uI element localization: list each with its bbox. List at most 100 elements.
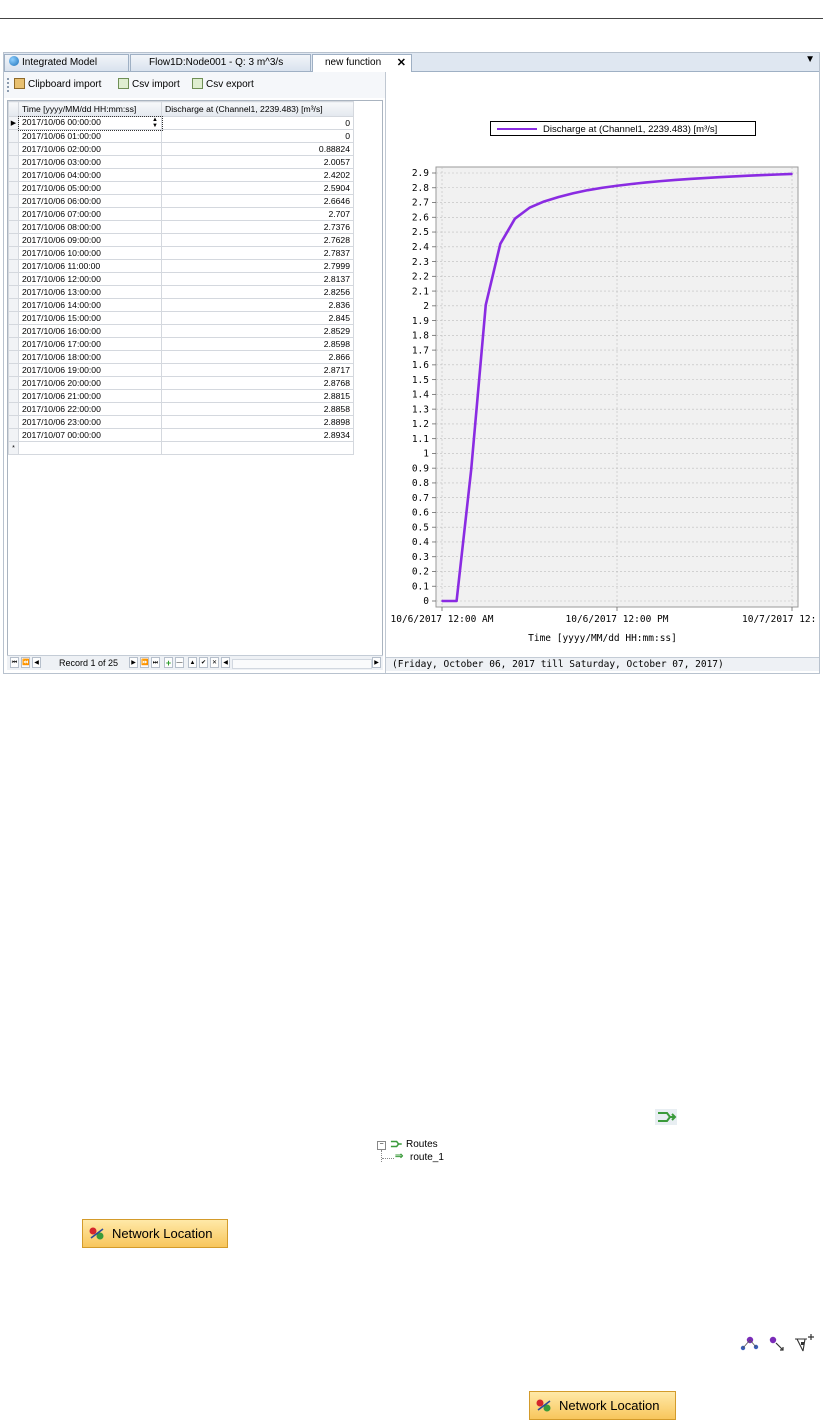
discharge-cell[interactable]: 2.6646 xyxy=(161,194,354,208)
scroll-left-button[interactable]: ◀ xyxy=(221,657,230,668)
time-cell[interactable]: 2017/10/06 14:00:00 xyxy=(18,298,162,312)
discharge-cell[interactable]: 2.8898 xyxy=(161,415,354,429)
add-branch-icon[interactable] xyxy=(795,1334,814,1352)
row-selector[interactable] xyxy=(8,142,19,156)
column-header-time[interactable]: Time [yyyy/MM/dd HH:mm:ss] xyxy=(18,101,162,117)
data-point[interactable] xyxy=(761,174,764,176)
time-cell[interactable]: 2017/10/06 02:00:00 xyxy=(18,142,162,156)
row-selector[interactable] xyxy=(8,402,19,416)
row-selector[interactable] xyxy=(8,207,19,221)
time-cell[interactable]: 2017/10/06 22:00:00 xyxy=(18,402,162,416)
discharge-cell[interactable]: 2.8529 xyxy=(161,324,354,338)
add-record-button[interactable]: + xyxy=(164,657,173,668)
time-cell[interactable]: 2017/10/06 17:00:00 xyxy=(18,337,162,351)
tab-list-dropdown-icon[interactable]: ▼ xyxy=(805,54,815,65)
row-selector[interactable] xyxy=(8,155,19,169)
time-cell[interactable]: 2017/10/06 04:00:00 xyxy=(18,168,162,182)
tab-new-function[interactable]: new function ✕ xyxy=(312,54,412,72)
time-cell[interactable]: 2017/10/06 05:00:00 xyxy=(18,181,162,195)
row-selector[interactable] xyxy=(8,324,19,338)
time-cell[interactable]: 2017/10/06 21:00:00 xyxy=(18,389,162,403)
data-point[interactable] xyxy=(616,184,618,187)
data-grid[interactable]: Time [yyyy/MM/dd HH:mm:ss] Discharge at … xyxy=(7,100,383,668)
data-point[interactable] xyxy=(455,600,458,602)
row-selector[interactable] xyxy=(8,220,19,234)
last-record-button[interactable]: ⏭ xyxy=(151,657,160,668)
discharge-cell[interactable]: 2.5904 xyxy=(161,181,354,195)
data-point[interactable] xyxy=(659,180,662,183)
time-cell[interactable]: 2017/10/06 09:00:00 xyxy=(18,233,162,247)
data-point[interactable] xyxy=(645,181,648,184)
data-point[interactable] xyxy=(776,173,779,176)
time-cell[interactable]: 2017/10/07 00:00:00 xyxy=(18,428,162,442)
table-row[interactable]: 2017/10/06 08:00:00 2.7376 xyxy=(8,220,381,234)
tree-node-routes[interactable]: Routes xyxy=(406,1139,438,1150)
table-row[interactable]: ▶ 2017/10/06 00:00:00 ▲ ▼ 0 xyxy=(8,115,381,131)
discharge-cell[interactable]: 2.8815 xyxy=(161,389,354,403)
time-cell[interactable]: 2017/10/06 00:00:00 ▲ ▼ xyxy=(17,115,163,131)
discharge-cell[interactable]: 2.707 xyxy=(161,207,354,221)
data-point[interactable] xyxy=(791,173,793,175)
time-cell[interactable]: 2017/10/06 01:00:00 xyxy=(18,129,162,143)
time-cell[interactable]: 2017/10/06 12:00:00 xyxy=(18,272,162,286)
first-record-button[interactable]: ⏮ xyxy=(10,657,19,668)
table-row[interactable]: 2017/10/06 20:00:00 2.8768 xyxy=(8,376,381,390)
data-point[interactable] xyxy=(689,178,691,180)
row-selector[interactable] xyxy=(8,181,19,195)
row-selector[interactable] xyxy=(8,337,19,351)
discharge-cell[interactable] xyxy=(161,441,354,455)
data-point[interactable] xyxy=(441,600,443,602)
table-row[interactable]: 2017/10/06 07:00:00 2.707 xyxy=(8,207,381,221)
row-selector[interactable] xyxy=(8,389,19,403)
table-row[interactable]: 2017/10/06 14:00:00 2.836 xyxy=(8,298,381,312)
discharge-cell[interactable]: 2.0057 xyxy=(161,155,354,169)
discharge-cell[interactable]: 2.8768 xyxy=(161,376,354,390)
data-point[interactable] xyxy=(703,177,706,179)
row-selector[interactable] xyxy=(8,428,19,442)
time-cell[interactable]: 2017/10/06 16:00:00 xyxy=(18,324,162,338)
row-selector[interactable] xyxy=(8,129,19,143)
prev-record-button[interactable]: ◀ xyxy=(32,657,41,668)
row-selector[interactable] xyxy=(8,246,19,260)
time-cell[interactable] xyxy=(18,441,162,455)
discharge-cell[interactable]: 2.7628 xyxy=(161,233,354,247)
data-point[interactable] xyxy=(718,176,720,179)
data-point[interactable] xyxy=(572,192,575,195)
time-cell[interactable]: 2017/10/06 06:00:00 xyxy=(18,194,162,208)
discharge-cell[interactable]: 0.88824 xyxy=(161,142,354,156)
tree-node-route-1[interactable]: route_1 xyxy=(410,1152,444,1163)
discharge-cell[interactable]: 0 xyxy=(161,129,354,143)
toolbar-grip[interactable] xyxy=(7,78,11,92)
row-selector[interactable] xyxy=(8,311,19,325)
datetime-spinner-icon[interactable]: ▲ ▼ xyxy=(152,118,158,129)
time-cell[interactable]: 2017/10/06 03:00:00 xyxy=(18,155,162,169)
discharge-cell[interactable]: 2.8598 xyxy=(161,337,354,351)
data-point[interactable] xyxy=(484,304,487,306)
network-location-button-2[interactable]: Network Location xyxy=(529,1391,676,1420)
discharge-cell[interactable]: 2.836 xyxy=(161,298,354,312)
table-row[interactable]: 2017/10/06 23:00:00 2.8898 xyxy=(8,415,381,429)
row-selector[interactable] xyxy=(8,350,19,364)
time-cell[interactable]: 2017/10/06 07:00:00 xyxy=(18,207,162,221)
data-point[interactable] xyxy=(630,183,633,185)
time-cell[interactable]: 2017/10/06 23:00:00 xyxy=(18,415,162,429)
row-selector[interactable] xyxy=(8,363,19,377)
csv-import-button[interactable]: Csv import xyxy=(118,78,180,92)
discharge-cell[interactable]: 2.7999 xyxy=(161,259,354,273)
discharge-cell[interactable]: 2.8934 xyxy=(161,428,354,442)
discharge-cell[interactable]: 2.7376 xyxy=(161,220,354,234)
close-icon[interactable]: ✕ xyxy=(397,55,406,71)
discharge-cell[interactable]: 2.8256 xyxy=(161,285,354,299)
discharge-cell[interactable]: 2.845 xyxy=(161,311,354,325)
table-row[interactable]: 2017/10/06 10:00:00 2.7837 xyxy=(8,246,381,260)
data-point[interactable] xyxy=(747,174,750,177)
end-edit-button[interactable]: ✔ xyxy=(199,657,208,668)
table-row[interactable]: 2017/10/06 21:00:00 2.8815 xyxy=(8,389,381,403)
row-selector[interactable] xyxy=(8,298,19,312)
time-cell[interactable]: 2017/10/06 15:00:00 xyxy=(18,311,162,325)
scroll-right-button[interactable]: ▶ xyxy=(372,657,381,668)
network-location-button[interactable]: Network Location xyxy=(82,1219,228,1248)
data-point[interactable] xyxy=(528,206,531,209)
discharge-cell[interactable]: 0 xyxy=(161,116,354,130)
time-cell[interactable]: 2017/10/06 08:00:00 xyxy=(18,220,162,234)
